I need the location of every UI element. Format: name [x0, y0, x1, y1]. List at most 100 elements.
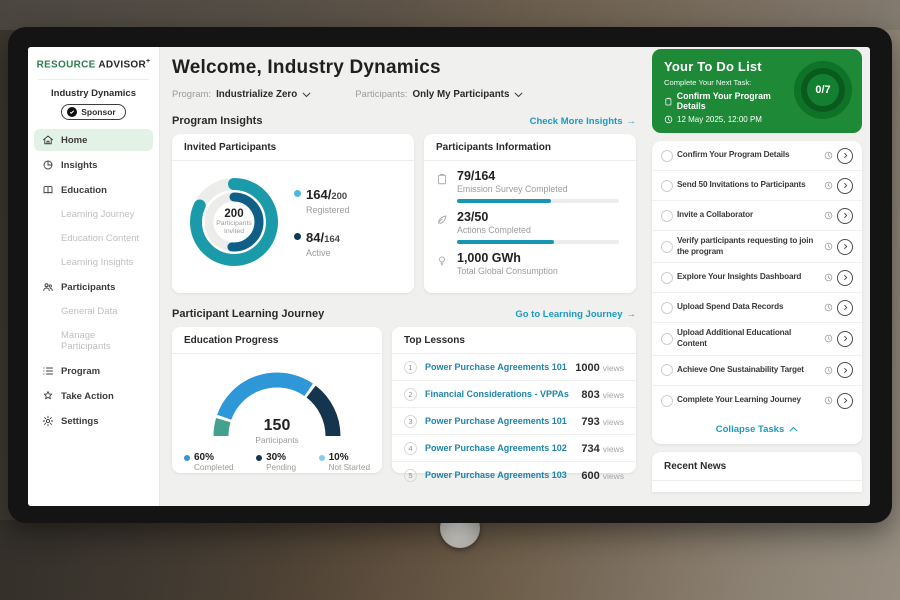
participants-dropdown[interactable]: Participants: Only My Participants: [355, 89, 523, 100]
task-go-button[interactable]: [837, 362, 853, 378]
sponsor-label: Sponsor: [81, 107, 115, 117]
lesson-link[interactable]: Power Purchase Agreements 101: [425, 416, 573, 426]
task-checkbox[interactable]: [661, 150, 673, 162]
task-row: Explore Your Insights Dashboard: [652, 263, 862, 293]
task-checkbox[interactable]: [661, 180, 673, 192]
sidebar-item-label: Participants: [61, 282, 115, 293]
sponsor-icon: [67, 107, 77, 117]
chevron-right-icon: [842, 335, 849, 342]
sidebar-item-insights[interactable]: Insights: [34, 154, 153, 176]
sponsor-badge[interactable]: Sponsor: [61, 104, 125, 120]
views-count: 793: [581, 416, 599, 428]
legend-completed: 60% Completed: [184, 452, 234, 472]
lesson-link[interactable]: Power Purchase Agreements 101: [425, 362, 567, 372]
divider: [38, 79, 149, 80]
recent-news-title: Recent News: [652, 452, 862, 481]
lesson-row: 1 Power Purchase Agreements 101 1000view…: [392, 354, 636, 381]
program-label: Program:: [172, 89, 211, 100]
check-more-insights-link[interactable]: Check More Insights →: [530, 116, 636, 127]
sidebar-item-education[interactable]: Education: [34, 179, 153, 201]
task-checkbox[interactable]: [661, 302, 673, 314]
donut-center-value: 200: [224, 208, 243, 220]
registered-label: Registered: [306, 205, 350, 215]
background-wall-top: [0, 0, 900, 30]
views-count: 1000: [575, 362, 599, 374]
rank-badge: 5: [404, 469, 417, 482]
sidebar-item-settings[interactable]: Settings: [34, 410, 153, 432]
legend-pending: 30% Pending: [256, 452, 296, 472]
task-row: Complete Your Learning Journey: [652, 386, 862, 416]
donut-legend: 164/200 Registered 84/164 Active: [294, 186, 350, 258]
clock-icon: [824, 211, 833, 220]
sidebar-item-learning-insights[interactable]: Learning Insights: [34, 252, 153, 273]
task-row: Invite a Collaborator: [652, 201, 862, 231]
card-title: Top Lessons: [392, 327, 636, 354]
go-to-learning-journey-link[interactable]: Go to Learning Journey →: [515, 309, 636, 320]
task-go-button[interactable]: [837, 239, 853, 255]
task-checkbox[interactable]: [661, 210, 673, 222]
registered-value: 164/: [306, 187, 331, 202]
sidebar-item-label: Manage Participants: [61, 330, 111, 352]
task-checkbox[interactable]: [661, 395, 673, 407]
task-checkbox[interactable]: [661, 364, 673, 376]
lesson-row: 4 Power Purchase Agreements 102 734views: [392, 435, 636, 462]
invited-donut-chart: 200 Participants Invited: [182, 170, 286, 274]
sidebar-item-label: General Data: [61, 306, 118, 317]
rank-badge: 4: [404, 442, 417, 455]
main-content: Welcome, Industry Dynamics Program: Indu…: [160, 47, 648, 506]
lesson-link[interactable]: Power Purchase Agreements 102: [425, 443, 573, 453]
logo-resource: RESOURCE: [37, 59, 96, 70]
task-row: Upload Additional Educational Content: [652, 323, 862, 355]
task-go-button[interactable]: [837, 270, 853, 286]
stat-value: 1,000 GWh: [457, 251, 558, 265]
task-go-button[interactable]: [837, 208, 853, 224]
clock-icon: [824, 151, 833, 160]
task-go-button[interactable]: [837, 393, 853, 409]
legend-dot: [319, 455, 325, 461]
collapse-tasks-link[interactable]: Collapse Tasks: [652, 416, 862, 444]
spark-icon: [42, 390, 54, 402]
sidebar-item-general-data[interactable]: General Data: [34, 301, 153, 322]
link-label: Check More Insights: [530, 116, 623, 127]
lesson-link[interactable]: Financial Considerations - VPPAs: [425, 389, 573, 399]
background-room: RESOURCE ADVISOR+ Industry Dynamics Spon…: [0, 0, 900, 600]
clock-icon: [824, 396, 833, 405]
clock-icon: [824, 242, 833, 251]
sidebar-item-home[interactable]: Home: [34, 129, 153, 151]
task-checkbox[interactable]: [661, 241, 673, 253]
chevron-right-icon: [842, 304, 849, 311]
task-go-button[interactable]: [837, 148, 853, 164]
filters-row: Program: Industrialize Zero Participants…: [172, 89, 636, 100]
sidebar-item-education-content[interactable]: Education Content: [34, 228, 153, 249]
program-dropdown[interactable]: Program: Industrialize Zero: [172, 89, 311, 100]
task-go-button[interactable]: [837, 300, 853, 316]
participants-value: Only My Participants: [412, 89, 509, 100]
rank-badge: 1: [404, 361, 417, 374]
task-go-button[interactable]: [837, 178, 853, 194]
lesson-link[interactable]: Power Purchase Agreements 103: [425, 470, 573, 480]
task-label: Achieve One Sustainability Target: [677, 360, 820, 381]
sidebar-item-manage-participants[interactable]: Manage Participants: [34, 325, 153, 357]
task-checkbox[interactable]: [661, 333, 673, 345]
task-label: Complete Your Learning Journey: [677, 390, 820, 411]
card-title: Invited Participants: [172, 134, 414, 161]
arrow-right-icon: →: [627, 116, 637, 127]
sidebar-item-participants[interactable]: Participants: [34, 276, 153, 298]
chevron-right-icon: [842, 274, 849, 281]
sidebar-item-label: Take Action: [61, 391, 114, 402]
task-go-button[interactable]: [837, 331, 853, 347]
sidebar-item-take-action[interactable]: Take Action: [34, 385, 153, 407]
progress-fill: [457, 199, 551, 203]
rank-badge: 3: [404, 415, 417, 428]
dashboard-screen: RESOURCE ADVISOR+ Industry Dynamics Spon…: [28, 47, 870, 506]
task-checkbox[interactable]: [661, 272, 673, 284]
legend-registered: 164/200 Registered: [294, 186, 350, 215]
sidebar-item-program[interactable]: Program: [34, 360, 153, 382]
views-word: views: [603, 444, 624, 454]
clock-icon: [824, 273, 833, 282]
active-value: 84/: [306, 230, 324, 245]
stat-value: 23/50: [457, 210, 619, 224]
chevron-right-icon: [842, 367, 849, 374]
task-row: Confirm Your Program Details: [652, 141, 862, 171]
sidebar-item-learning-journey[interactable]: Learning Journey: [34, 204, 153, 225]
